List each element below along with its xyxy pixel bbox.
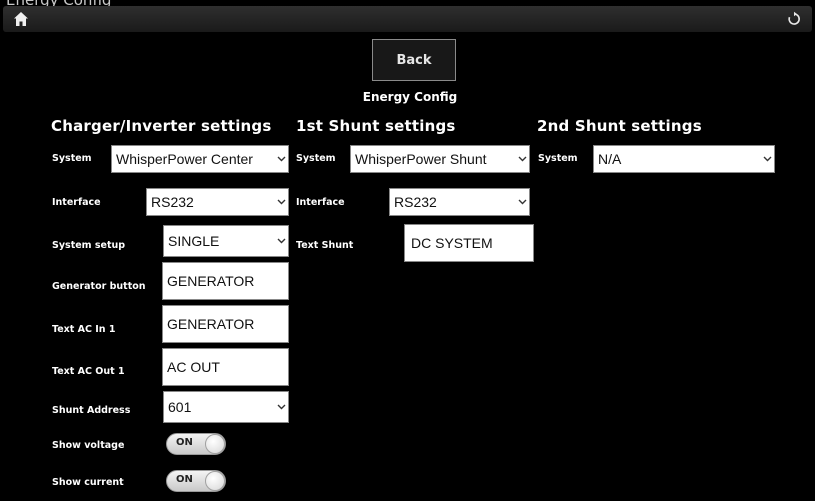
system-setup-label: System setup (52, 240, 126, 251)
generator-button-label: Generator button (52, 281, 146, 292)
show-current-toggle[interactable]: ON (166, 470, 226, 492)
text-ac-out-input[interactable]: AC OUT (162, 348, 289, 386)
charger-interface-label: Interface (52, 197, 101, 208)
generator-button-value: GENERATOR (167, 273, 255, 289)
shunt1-system-label: System (296, 153, 336, 164)
shunt-address-value: 601 (168, 399, 192, 415)
generator-button-input[interactable]: GENERATOR (162, 262, 289, 300)
text-ac-in-input[interactable]: GENERATOR (162, 305, 289, 343)
shunt1-settings-heading: 1st Shunt settings (296, 117, 456, 135)
system-setup-value: SINGLE (168, 233, 220, 249)
charger-system-value: WhisperPower Center (116, 151, 253, 167)
charger-system-label: System (52, 153, 92, 164)
top-toolbar (3, 6, 812, 32)
text-ac-out-label: Text AC Out 1 (52, 366, 125, 377)
energy-config-screen: Energy Config Back Energy Config Charger… (0, 0, 815, 501)
charger-interface-select[interactable]: RS232 (146, 188, 289, 216)
shunt1-interface-value: RS232 (394, 194, 437, 210)
text-ac-in-value: GENERATOR (167, 316, 255, 332)
show-current-label: Show current (52, 477, 124, 488)
chevron-down-icon (274, 156, 288, 162)
charger-settings-heading: Charger/Inverter settings (51, 117, 272, 135)
shunt1-system-select[interactable]: WhisperPower Shunt (350, 145, 530, 173)
show-voltage-toggle[interactable]: ON (166, 433, 226, 455)
shunt1-interface-select[interactable]: RS232 (389, 188, 530, 216)
text-shunt-label: Text Shunt (296, 240, 354, 251)
show-voltage-state: ON (176, 437, 193, 448)
home-icon[interactable] (7, 6, 35, 32)
text-shunt-value: DC SYSTEM (411, 235, 493, 251)
shunt2-system-select[interactable]: N/A (593, 145, 775, 173)
show-voltage-label: Show voltage (52, 440, 125, 451)
page-title: Energy Config (362, 90, 458, 104)
chevron-down-icon (274, 238, 288, 244)
chevron-down-icon (515, 156, 529, 162)
text-shunt-input[interactable]: DC SYSTEM (404, 224, 534, 262)
back-button[interactable]: Back (372, 39, 456, 81)
shunt2-settings-heading: 2nd Shunt settings (537, 117, 702, 135)
shunt-address-select[interactable]: 601 (163, 391, 289, 423)
chevron-down-icon (760, 156, 774, 162)
shunt2-system-value: N/A (598, 151, 622, 167)
shunt1-interface-label: Interface (296, 197, 345, 208)
chevron-down-icon (515, 199, 529, 205)
system-setup-select[interactable]: SINGLE (163, 225, 289, 257)
charger-interface-value: RS232 (151, 194, 194, 210)
show-current-state: ON (176, 474, 193, 485)
text-ac-in-label: Text AC In 1 (52, 324, 116, 335)
shunt1-system-value: WhisperPower Shunt (355, 151, 487, 167)
chevron-down-icon (274, 404, 288, 410)
text-ac-out-value: AC OUT (167, 359, 220, 375)
toggle-knob (205, 434, 225, 454)
shunt2-system-label: System (538, 153, 578, 164)
charger-system-select[interactable]: WhisperPower Center (111, 145, 289, 173)
shunt-address-label: Shunt Address (52, 405, 131, 416)
refresh-icon[interactable] (780, 6, 808, 32)
chevron-down-icon (274, 199, 288, 205)
toggle-knob (205, 471, 225, 491)
